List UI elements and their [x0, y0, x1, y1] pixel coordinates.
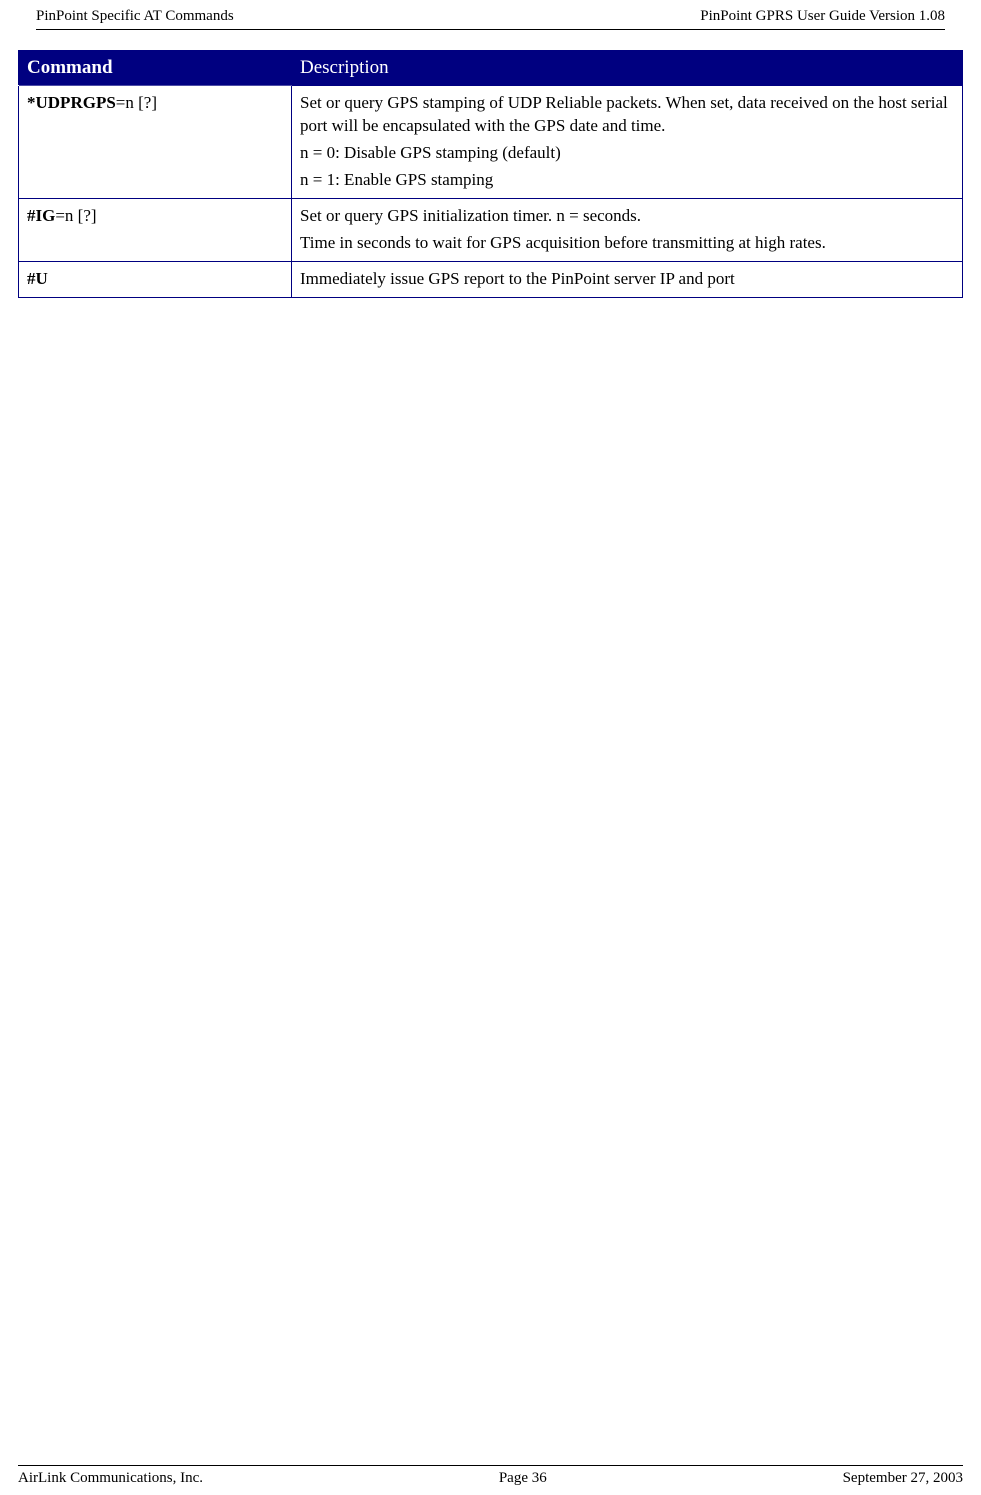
page-header: PinPoint Specific AT Commands PinPoint G… [36, 0, 945, 30]
description-line: n = 1: Enable GPS stamping [300, 169, 954, 192]
command-name: #IG [27, 206, 55, 225]
description-line: Immediately issue GPS report to the PinP… [300, 268, 954, 291]
table-row: #IG=n [?] Set or query GPS initializatio… [19, 198, 963, 261]
command-name: #U [27, 269, 48, 288]
description-cell: Set or query GPS stamping of UDP Reliabl… [292, 86, 963, 199]
column-header-command: Command [19, 51, 292, 86]
table-row: #U Immediately issue GPS report to the P… [19, 261, 963, 297]
command-suffix: =n [?] [116, 93, 157, 112]
command-cell: #IG=n [?] [19, 198, 292, 261]
page-footer: AirLink Communications, Inc. Page 36 Sep… [18, 1465, 963, 1487]
footer-center: Page 36 [499, 1470, 547, 1487]
table-row: *UDPRGPS=n [?] Set or query GPS stamping… [19, 86, 963, 199]
description-line: Time in seconds to wait for GPS acquisit… [300, 232, 954, 255]
description-line: Set or query GPS stamping of UDP Reliabl… [300, 92, 954, 138]
header-left: PinPoint Specific AT Commands [36, 8, 234, 25]
description-cell: Immediately issue GPS report to the PinP… [292, 261, 963, 297]
table-header-row: Command Description [19, 51, 963, 86]
command-table: Command Description *UDPRGPS=n [?] Set o… [18, 50, 963, 298]
command-cell: *UDPRGPS=n [?] [19, 86, 292, 199]
command-cell: #U [19, 261, 292, 297]
description-line: n = 0: Disable GPS stamping (default) [300, 142, 954, 165]
footer-left: AirLink Communications, Inc. [18, 1470, 203, 1487]
command-table-container: Command Description *UDPRGPS=n [?] Set o… [0, 30, 981, 298]
description-cell: Set or query GPS initialization timer. n… [292, 198, 963, 261]
column-header-description: Description [292, 51, 963, 86]
command-name: *UDPRGPS [27, 93, 116, 112]
command-suffix: =n [?] [55, 206, 96, 225]
description-line: Set or query GPS initialization timer. n… [300, 205, 954, 228]
footer-right: September 27, 2003 [843, 1470, 963, 1487]
header-right: PinPoint GPRS User Guide Version 1.08 [700, 8, 945, 25]
